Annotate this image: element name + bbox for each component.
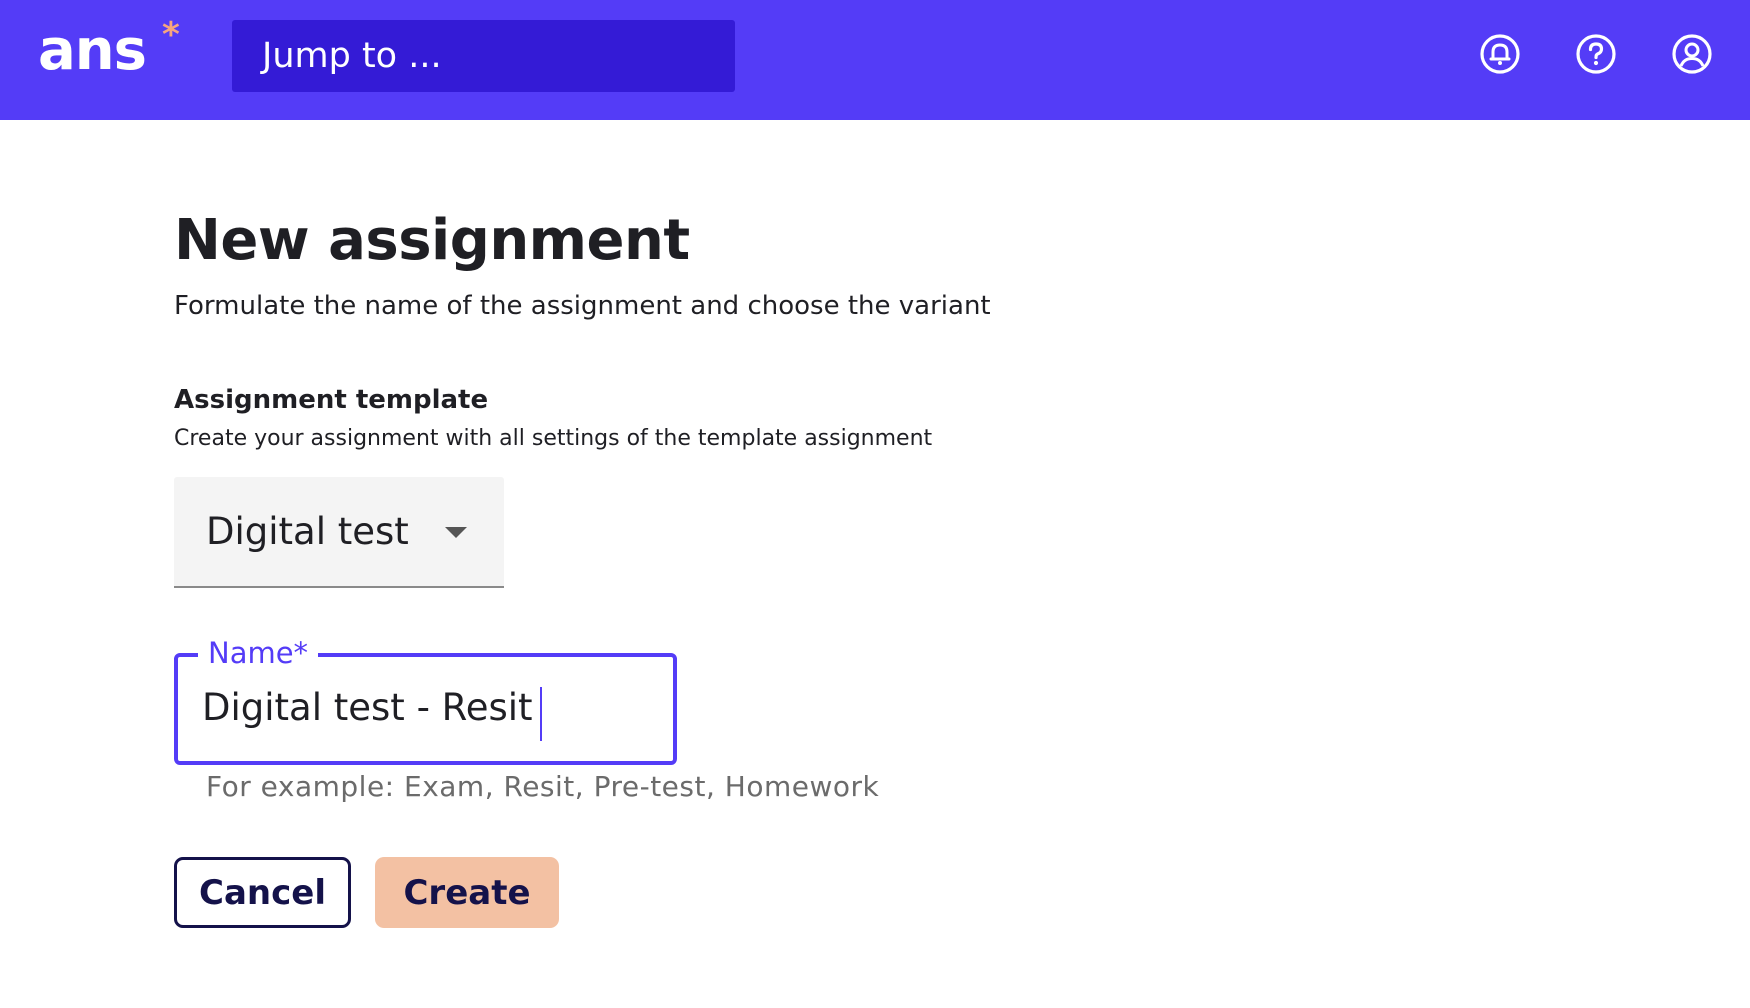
user-account-icon[interactable] — [1671, 33, 1713, 75]
logo-asterisk-icon: * — [162, 15, 180, 55]
page-subtitle: Formulate the name of the assignment and… — [174, 291, 991, 321]
name-field-label: Name* — [198, 633, 319, 673]
assignment-template-label: Assignment template — [174, 385, 489, 415]
text-cursor — [540, 687, 542, 741]
jump-to-search[interactable]: Jump to ... — [232, 20, 735, 92]
page-title: New assignment — [174, 208, 690, 273]
top-navigation-bar: ans * Jump to ... — [0, 0, 1750, 120]
selected-template: Digital test — [206, 510, 409, 553]
cancel-button[interactable]: Cancel — [174, 857, 351, 928]
assignment-template-help: Create your assignment with all settings… — [174, 426, 933, 451]
create-button[interactable]: Create — [375, 857, 559, 928]
help-icon[interactable] — [1575, 33, 1617, 75]
ans-logo[interactable]: ans — [38, 16, 147, 86]
name-input[interactable] — [202, 675, 652, 741]
bell-icon[interactable] — [1479, 33, 1521, 75]
name-field-helper: For example: Exam, Resit, Pre-test, Home… — [206, 770, 880, 803]
name-field[interactable]: Name* — [174, 633, 677, 765]
assignment-template-select[interactable]: Digital test — [174, 477, 504, 588]
chevron-down-icon — [445, 527, 467, 538]
